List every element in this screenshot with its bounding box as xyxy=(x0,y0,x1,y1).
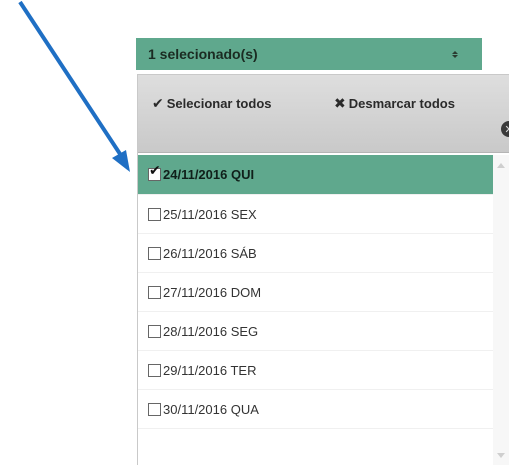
scroll-up-arrow-icon[interactable] xyxy=(497,163,505,168)
checkbox[interactable]: ✔ xyxy=(148,163,161,181)
option-item[interactable]: 30/11/2016 QUA xyxy=(138,390,493,429)
up-down-arrows-icon xyxy=(452,50,458,58)
checkbox[interactable] xyxy=(148,207,161,221)
checkbox[interactable] xyxy=(148,246,161,260)
dropdown-header: ✔ Selecionar todos ✖ Desmarcar todos ✕ xyxy=(138,75,509,153)
checkmark-icon: ✔ xyxy=(149,162,161,178)
scrollbar[interactable] xyxy=(493,155,509,465)
option-item[interactable]: 27/11/2016 DOM xyxy=(138,273,493,312)
multiselect-dropdown: ✔ Selecionar todos ✖ Desmarcar todos ✕ ✔… xyxy=(137,74,509,465)
deselect-all-label: Desmarcar todos xyxy=(348,96,455,111)
option-label: 28/11/2016 SEG xyxy=(163,323,259,339)
checkbox[interactable] xyxy=(148,402,161,416)
option-label: 24/11/2016 QUI xyxy=(163,167,255,182)
check-icon: ✔ xyxy=(152,95,164,111)
option-label: 27/11/2016 DOM xyxy=(163,284,262,300)
option-item[interactable]: 25/11/2016 SEX xyxy=(138,195,493,234)
annotation-arrow xyxy=(18,0,130,172)
scroll-down-arrow-icon[interactable] xyxy=(497,453,505,458)
x-icon: ✖ xyxy=(334,95,346,111)
option-item[interactable]: ✔ 24/11/2016 QUI xyxy=(138,155,493,195)
option-item[interactable]: 26/11/2016 SÁB xyxy=(138,234,493,273)
option-list: ✔ 24/11/2016 QUI 25/11/2016 SEX 26/11/2016 … xyxy=(138,155,493,429)
checkbox[interactable] xyxy=(148,324,161,338)
checkbox[interactable] xyxy=(148,363,161,377)
option-item[interactable]: 29/11/2016 TER xyxy=(138,351,493,390)
option-label: 30/11/2016 QUA xyxy=(163,401,259,417)
screenshot-stage: 1 selecionado(s) ✔ Selecionar todos ✖ De… xyxy=(0,0,509,465)
close-circle-icon[interactable]: ✕ xyxy=(501,121,509,137)
option-label: 29/11/2016 TER xyxy=(163,362,257,378)
multiselect-toggle-button[interactable]: 1 selecionado(s) xyxy=(136,38,482,70)
option-label: 26/11/2016 SÁB xyxy=(163,245,257,261)
option-item[interactable]: 28/11/2016 SEG xyxy=(138,312,493,351)
select-all-link[interactable]: ✔ Selecionar todos xyxy=(152,95,271,112)
select-all-label: Selecionar todos xyxy=(166,96,272,111)
option-label: 25/11/2016 SEX xyxy=(163,206,257,222)
deselect-all-link[interactable]: ✖ Desmarcar todos xyxy=(334,95,455,112)
checkbox[interactable] xyxy=(148,285,161,299)
selected-count-label: 1 selecionado(s) xyxy=(148,46,258,62)
